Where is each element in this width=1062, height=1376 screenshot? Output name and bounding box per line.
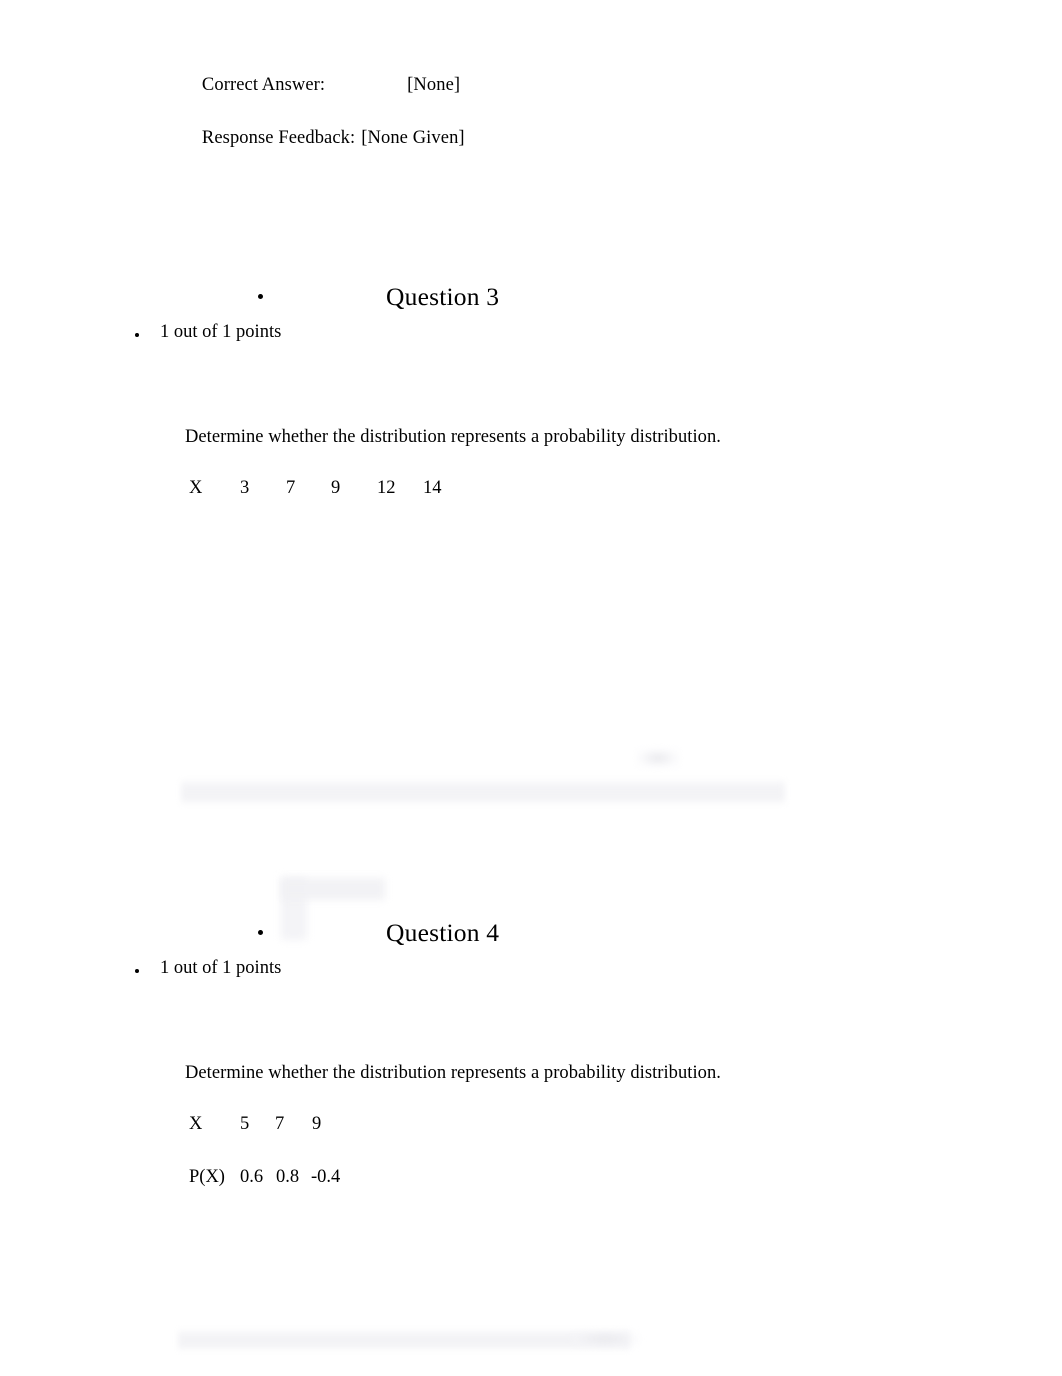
question-3-table-row-x: X 3 7 9 12 14	[0, 478, 442, 502]
question-3-points-row: 1 out of 1 points	[0, 322, 1062, 352]
bullet-icon	[258, 930, 263, 935]
cell-value: 0.6	[240, 1167, 264, 1187]
cell-label: P(X)	[189, 1167, 225, 1187]
correct-answer-label: Correct Answer:	[201, 75, 326, 96]
response-feedback-value: [None Given]	[361, 128, 465, 149]
cell-value: 14	[423, 478, 442, 498]
question-3-prompt: Determine whether the distribution repre…	[185, 427, 721, 447]
blur-artifact	[636, 748, 680, 768]
question-4-header: Question 4	[0, 918, 1062, 956]
response-feedback-row: Response Feedback: [None Given]	[183, 107, 465, 171]
cell-value: 9	[312, 1114, 322, 1134]
cell-value: 12	[377, 478, 396, 498]
blur-artifact	[281, 878, 385, 900]
cell-value: 7	[275, 1114, 285, 1134]
question-3-header: Question 3	[0, 282, 1062, 320]
question-3-points: 1 out of 1 points	[160, 322, 282, 342]
question-4-prompt: Determine whether the distribution repre…	[185, 1063, 721, 1083]
cell-value: 7	[286, 478, 296, 498]
question-4-table-row-px: P(X) 0.6 0.8 -0.4	[0, 1167, 340, 1191]
question-4-title: Question 4	[386, 918, 500, 947]
cell-value: 0.8	[276, 1167, 300, 1187]
bullet-icon	[135, 333, 139, 337]
question-4-table-row-x: X 5 7 9	[0, 1114, 321, 1138]
question-4-points-row: 1 out of 1 points	[0, 958, 1062, 988]
question-4-points: 1 out of 1 points	[160, 958, 282, 978]
cell-value: -0.4	[311, 1167, 341, 1187]
cell-value: 5	[240, 1114, 250, 1134]
cell-label: X	[189, 1114, 203, 1134]
cell-value: 9	[331, 478, 341, 498]
blur-artifact	[178, 1328, 630, 1352]
document-page: Correct Answer: [None] Response Feedback:…	[0, 0, 1062, 1376]
blur-artifact	[181, 778, 785, 806]
question-3-title: Question 3	[386, 282, 500, 311]
blur-artifact	[570, 1330, 640, 1348]
cell-label: X	[189, 478, 203, 498]
correct-answer-value: [None]	[407, 75, 461, 96]
response-feedback-label: Response Feedback:	[201, 128, 356, 149]
bullet-icon	[135, 969, 139, 973]
bullet-icon	[258, 294, 263, 299]
cell-value: 3	[240, 478, 250, 498]
